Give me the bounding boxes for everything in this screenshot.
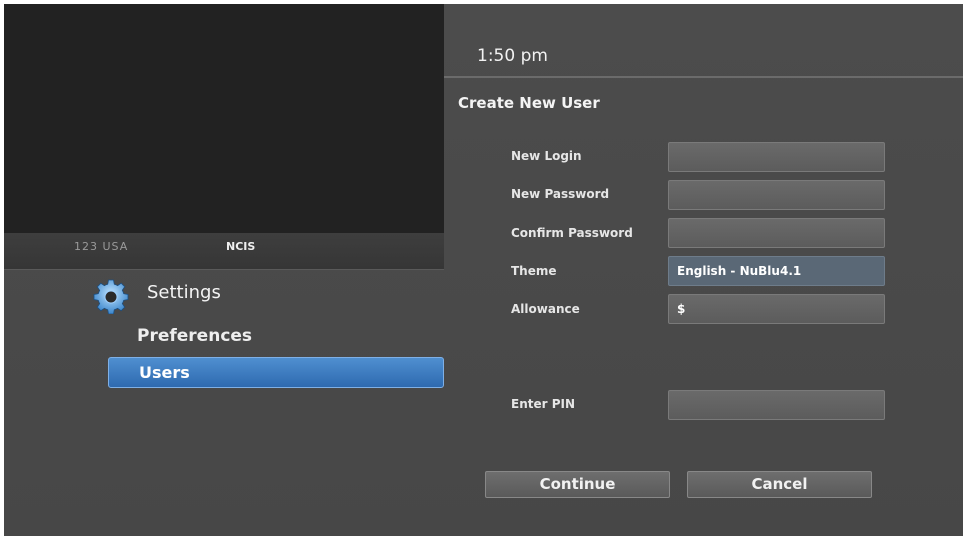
new-login-field[interactable] [668, 142, 885, 172]
confirm-password-label: Confirm Password [511, 226, 633, 240]
enter-pin-label: Enter PIN [511, 397, 576, 411]
channel-info-bar: 123 USA NCIS [4, 233, 444, 270]
new-login-label: New Login [511, 149, 582, 163]
clock: 1:50 pm [477, 46, 548, 66]
form-title: Create New User [458, 94, 600, 112]
enter-pin-field[interactable] [668, 390, 885, 420]
video-preview [4, 4, 444, 233]
menu-title: Settings [147, 282, 221, 303]
header-divider [444, 76, 963, 78]
menu-item-users[interactable]: Users [108, 357, 444, 388]
allowance-label: Allowance [511, 302, 580, 316]
confirm-password-field[interactable] [668, 218, 885, 248]
tv-screen: 123 USA NCIS 1:50 pm Settings Preference… [4, 4, 963, 536]
channel-number: 123 USA [74, 240, 129, 253]
menu-item-preferences[interactable]: Preferences [137, 326, 252, 346]
allowance-field[interactable]: $ [668, 294, 885, 324]
program-title: NCIS [226, 240, 256, 253]
gear-icon [93, 279, 129, 314]
new-password-label: New Password [511, 187, 610, 201]
cancel-button[interactable]: Cancel [687, 471, 872, 498]
theme-label: Theme [511, 264, 557, 278]
theme-select[interactable]: English - NuBlu4.1 [668, 256, 885, 286]
new-password-field[interactable] [668, 180, 885, 210]
continue-button[interactable]: Continue [485, 471, 670, 498]
